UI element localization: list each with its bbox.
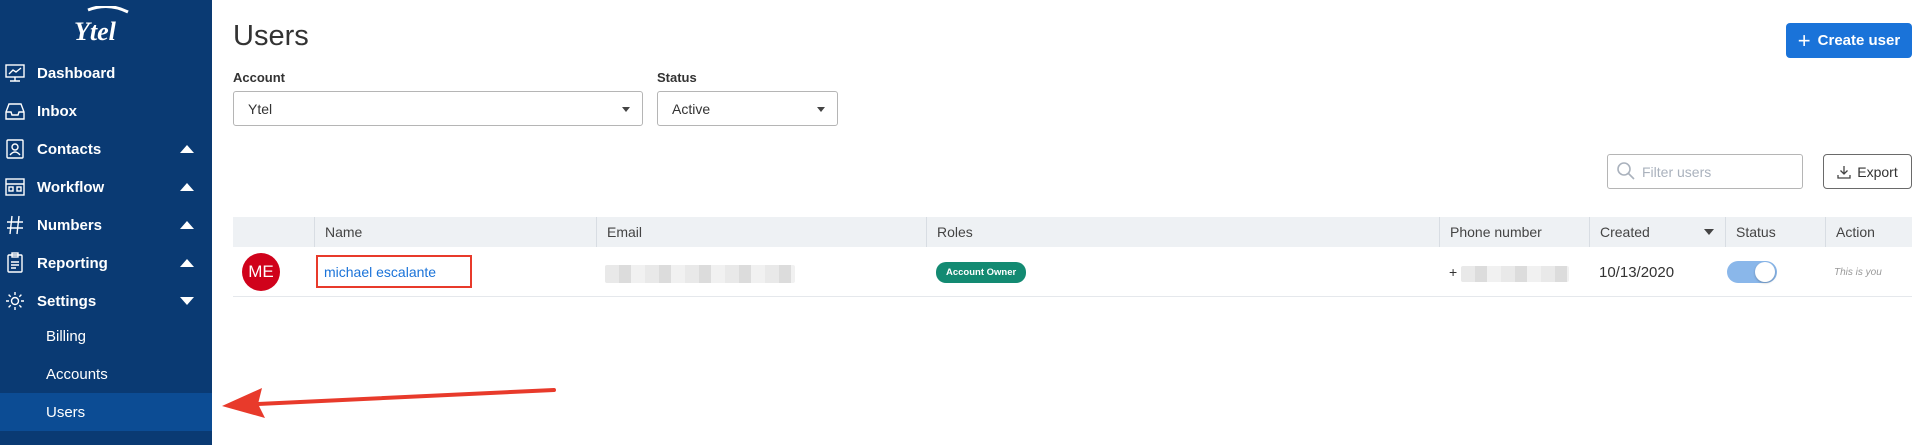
column-name[interactable]: Name	[314, 217, 596, 247]
table-row: ME michael escalante Account Owner + 10/…	[233, 247, 1912, 297]
sort-desc-icon[interactable]	[1704, 229, 1714, 235]
workflow-icon	[2, 174, 28, 200]
hash-icon	[2, 212, 28, 238]
nav-accounts-label: Accounts	[46, 365, 108, 383]
nav-accounts[interactable]: Accounts	[0, 355, 212, 393]
nav-numbers[interactable]: Numbers	[0, 208, 212, 242]
nav-workflow-label: Workflow	[37, 178, 105, 196]
plus-icon: +	[1797, 27, 1811, 53]
filter-users-input[interactable]	[1607, 154, 1803, 189]
search-icon	[1617, 162, 1635, 180]
nav-workflow[interactable]: Workflow	[0, 170, 212, 204]
toggle-knob	[1755, 262, 1775, 282]
phone-cell: +	[1449, 247, 1457, 297]
created-date: 10/13/2020	[1599, 263, 1675, 281]
chevron-up-icon[interactable]	[180, 259, 194, 267]
chevron-up-icon[interactable]	[180, 221, 194, 229]
redacted-email	[605, 265, 795, 283]
column-created-label: Created	[1600, 224, 1650, 240]
create-user-label: Create user	[1817, 32, 1901, 49]
column-avatar	[233, 217, 314, 247]
nav-settings[interactable]: Settings	[0, 284, 212, 318]
roles-cell: Account Owner	[936, 247, 1027, 297]
nav-contacts[interactable]: Contacts	[0, 132, 212, 166]
nav-numbers-label: Numbers	[37, 216, 103, 234]
create-user-button[interactable]: + Create user	[1786, 23, 1912, 58]
action-text: This is you	[1834, 266, 1882, 278]
column-action: Action	[1825, 217, 1912, 247]
account-label: Account	[233, 70, 285, 85]
annotation-arrow-icon	[222, 388, 556, 418]
nav-billing-label: Billing	[46, 327, 87, 345]
nav-dashboard-label: Dashboard	[37, 64, 116, 82]
phone-prefix: +	[1449, 264, 1458, 280]
inbox-icon	[2, 98, 28, 124]
nav-settings-label: Settings	[37, 292, 97, 310]
column-email[interactable]: Email	[596, 217, 926, 247]
dashboard-icon	[2, 60, 28, 86]
column-created[interactable]: Created	[1589, 217, 1725, 247]
logo-text: Ytel	[74, 17, 117, 46]
nav-dashboard[interactable]: Dashboard	[0, 56, 212, 90]
status-select[interactable]: Active	[657, 91, 838, 126]
nav-users[interactable]: Users	[0, 393, 212, 431]
avatar: ME	[242, 253, 280, 291]
sidebar: Ytel Dashboard Inbox Contacts Workflow N…	[0, 0, 212, 445]
nav-inbox[interactable]: Inbox	[0, 94, 212, 128]
column-roles[interactable]: Roles	[926, 217, 1439, 247]
nav-billing[interactable]: Billing	[0, 317, 212, 355]
nav-users-label: Users	[46, 403, 86, 421]
dropdown-arrow-icon	[622, 107, 630, 112]
chevron-down-icon[interactable]	[180, 297, 194, 305]
action-cell: This is you	[1834, 247, 1882, 297]
annotation-highlight-box	[316, 255, 472, 288]
status-value: Active	[672, 100, 711, 117]
role-badge: Account Owner	[936, 261, 1027, 283]
contacts-icon	[2, 136, 28, 162]
chevron-up-icon[interactable]	[180, 183, 194, 191]
redacted-phone	[1461, 266, 1569, 282]
gear-icon	[2, 288, 28, 314]
status-label: Status	[657, 70, 697, 85]
column-status[interactable]: Status	[1725, 217, 1825, 247]
dropdown-arrow-icon	[817, 107, 825, 112]
avatar-cell: ME	[242, 247, 280, 297]
ytel-logo[interactable]: Ytel	[68, 6, 144, 46]
table-header: Name Email Roles Phone number Created St…	[233, 217, 1912, 247]
export-button[interactable]: Export	[1823, 154, 1912, 189]
account-select[interactable]: Ytel	[233, 91, 643, 126]
column-phone[interactable]: Phone number	[1439, 217, 1589, 247]
status-toggle[interactable]	[1727, 261, 1777, 283]
page-title: Users	[233, 20, 309, 52]
status-cell	[1727, 247, 1777, 297]
reporting-icon	[2, 250, 28, 276]
account-value: Ytel	[248, 100, 273, 117]
nav-reporting-label: Reporting	[37, 254, 108, 272]
chevron-up-icon[interactable]	[180, 145, 194, 153]
export-label: Export	[1857, 163, 1898, 180]
nav-inbox-label: Inbox	[37, 102, 77, 120]
download-icon	[1837, 165, 1851, 179]
created-cell: 10/13/2020	[1599, 247, 1674, 297]
nav-reporting[interactable]: Reporting	[0, 246, 212, 280]
nav-contacts-label: Contacts	[37, 140, 102, 158]
